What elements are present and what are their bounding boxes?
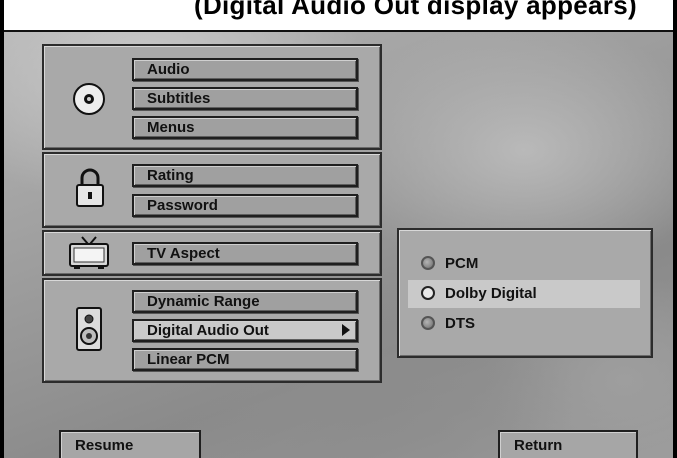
option-pcm-label: PCM <box>445 255 479 272</box>
menu-item-dynamic-range[interactable]: Dynamic Range <box>132 290 358 313</box>
lock-icon <box>76 168 104 207</box>
menu-item-rating[interactable]: Rating <box>132 164 358 187</box>
caption-bar: (Digital Audio Out display appears) <box>4 0 673 32</box>
option-dolby-digital[interactable]: Dolby Digital <box>408 280 640 308</box>
radio-dolby-digital-icon <box>421 286 435 300</box>
menu-item-audio[interactable]: Audio <box>132 58 358 81</box>
radio-pcm-icon <box>421 256 435 270</box>
return-button[interactable]: Return <box>498 430 638 458</box>
speaker-icon <box>76 307 102 351</box>
digital-audio-out-label: Digital Audio Out <box>147 322 269 339</box>
dvd-setup-screen: (Digital Audio Out display appears) Audi… <box>4 0 673 458</box>
menu-item-linear-pcm[interactable]: Linear PCM <box>132 348 358 371</box>
menu-item-subtitles[interactable]: Subtitles <box>132 87 358 110</box>
option-dolby-digital-label: Dolby Digital <box>445 285 537 302</box>
caption-text: (Digital Audio Out display appears) <box>194 0 637 20</box>
menu-item-password[interactable]: Password <box>132 194 358 217</box>
tv-icon <box>69 236 109 269</box>
option-pcm[interactable]: PCM <box>408 250 640 278</box>
radio-dts-icon <box>421 316 435 330</box>
option-dts-label: DTS <box>445 315 475 332</box>
menu-item-tv-aspect[interactable]: TV Aspect <box>132 242 358 265</box>
submenu-arrow-icon <box>342 324 350 336</box>
menu-item-digital-audio-out[interactable]: Digital Audio Out <box>132 319 358 342</box>
menu-item-menus[interactable]: Menus <box>132 116 358 139</box>
option-dts[interactable]: DTS <box>408 310 640 338</box>
disc-icon <box>73 83 105 115</box>
resume-button[interactable]: Resume <box>59 430 201 458</box>
